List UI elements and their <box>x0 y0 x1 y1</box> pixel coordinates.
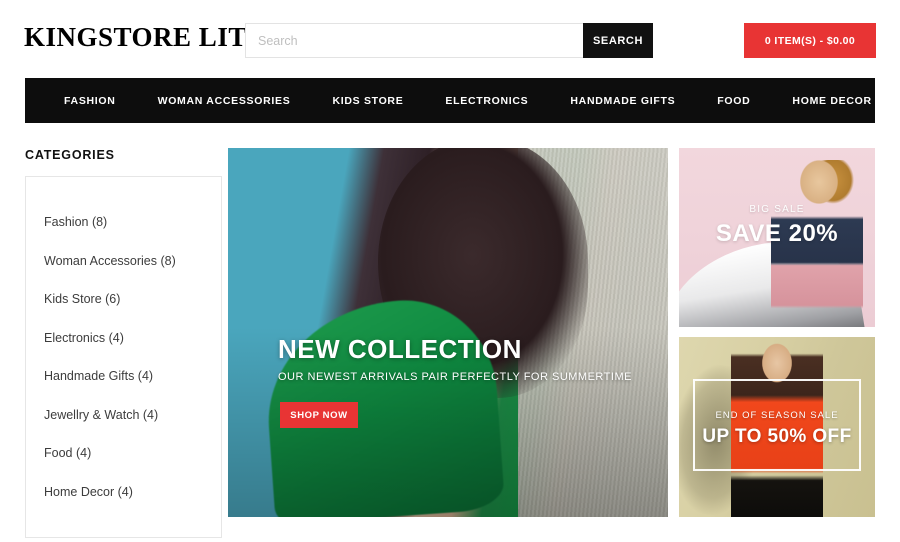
search-bar: SEARCH <box>245 23 653 58</box>
category-item-handmade-gifts[interactable]: Handmade Gifts (4) <box>26 357 221 396</box>
cart-button[interactable]: 0 ITEM(S) - $0.00 <box>744 23 876 58</box>
hero-subtitle: OUR NEWEST ARRIVALS PAIR PERFECTLY FOR S… <box>278 371 632 383</box>
shop-now-button[interactable]: SHOP NOW <box>280 402 358 428</box>
promo-bottom-eyebrow: END OF SEASON SALE <box>715 410 839 421</box>
nav-item-food[interactable]: FOOD <box>696 95 771 107</box>
promo-top-headline: SAVE 20% <box>715 220 839 247</box>
main-navigation: FASHION WOMAN ACCESSORIES KIDS STORE ELE… <box>25 78 875 123</box>
promo-top-eyebrow: BIG SALE <box>749 204 805 215</box>
category-item-electronics[interactable]: Electronics (4) <box>26 319 221 358</box>
nav-item-handmade-gifts[interactable]: HANDMADE GIFTS <box>549 95 696 107</box>
nav-item-fashion[interactable]: FASHION <box>43 95 137 107</box>
category-item-food[interactable]: Food (4) <box>26 434 221 473</box>
promo-banner-season-sale[interactable]: END OF SEASON SALE UP TO 50% OFF <box>679 337 875 517</box>
search-button[interactable]: SEARCH <box>583 23 653 58</box>
nav-item-woman-accessories[interactable]: WOMAN ACCESSORIES <box>137 95 312 107</box>
category-item-home-decor[interactable]: Home Decor (4) <box>26 473 221 512</box>
site-header: KINGSTORE LITE SEARCH 0 ITEM(S) - $0.00 <box>0 0 900 78</box>
storefront-page: KINGSTORE LITE SEARCH 0 ITEM(S) - $0.00 … <box>0 0 900 542</box>
nav-item-electronics[interactable]: ELECTRONICS <box>424 95 549 107</box>
category-item-woman-accessories[interactable]: Woman Accessories (8) <box>26 242 221 281</box>
category-item-fashion[interactable]: Fashion (8) <box>26 203 221 242</box>
search-input[interactable] <box>245 23 583 58</box>
category-item-kids-store[interactable]: Kids Store (6) <box>26 280 221 319</box>
hero-title: NEW COLLECTION <box>278 334 522 364</box>
promo-bottom-headline: UP TO 50% OFF <box>702 426 852 447</box>
hero-banner[interactable]: NEW COLLECTION OUR NEWEST ARRIVALS PAIR … <box>228 148 668 517</box>
category-item-jewellry-watch[interactable]: Jewellry & Watch (4) <box>26 396 221 435</box>
categories-list: Fashion (8) Woman Accessories (8) Kids S… <box>25 176 222 538</box>
nav-item-kids-store[interactable]: KIDS STORE <box>311 95 424 107</box>
nav-item-home-decor[interactable]: HOME DECOR <box>771 95 892 107</box>
promo-banner-big-sale[interactable]: BIG SALE SAVE 20% <box>679 148 875 327</box>
categories-sidebar: CATEGORIES Fashion (8) Woman Accessories… <box>25 148 222 538</box>
categories-heading: CATEGORIES <box>25 148 115 162</box>
site-logo[interactable]: KINGSTORE LITE <box>24 22 265 53</box>
promo-bottom-frame <box>693 379 861 471</box>
